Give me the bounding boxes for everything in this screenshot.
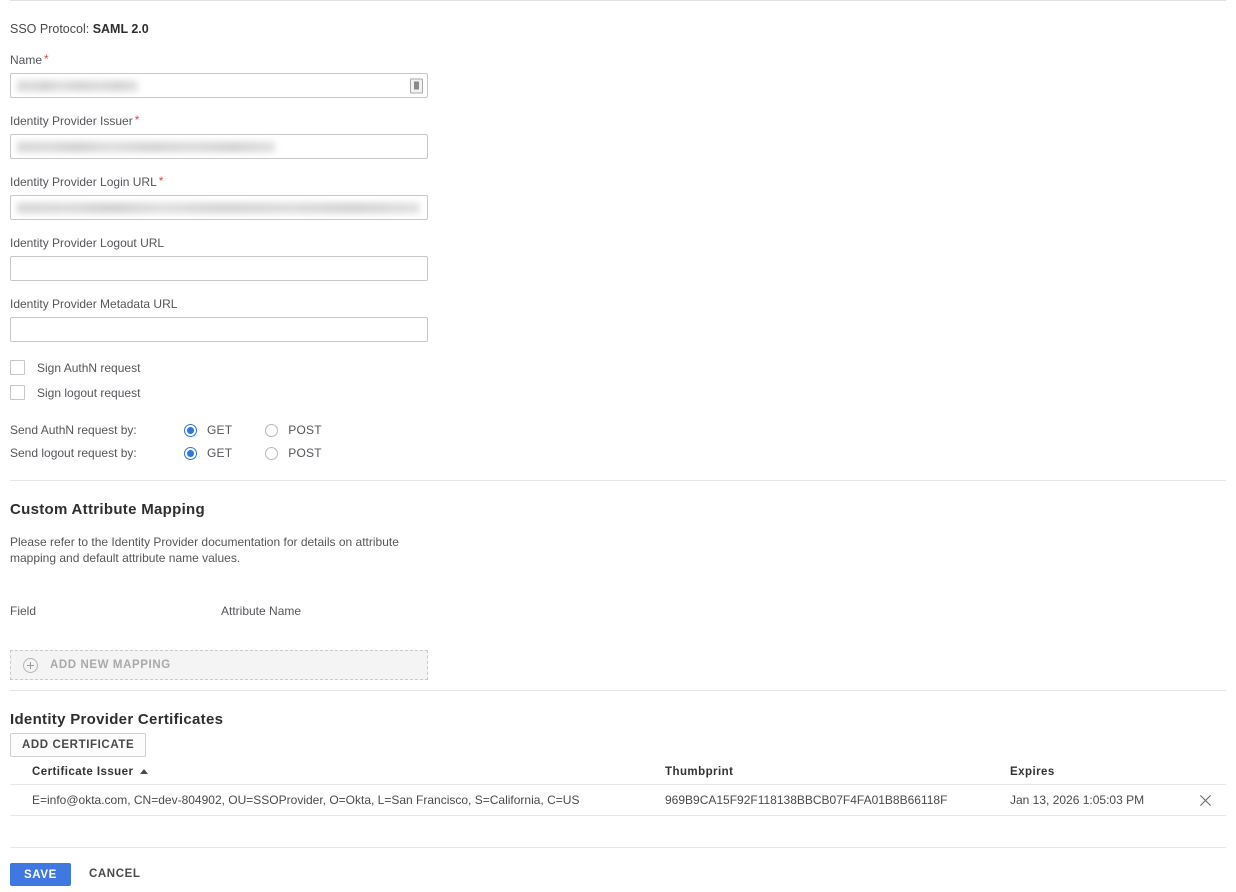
radio-option-logout-post[interactable]: POST xyxy=(255,446,321,460)
radio-group-send-logout-request-label: Send logout request by: xyxy=(10,446,174,460)
radio-option-authn-post-label: POST xyxy=(288,423,321,437)
add-new-mapping-button[interactable]: ADD NEW MAPPING xyxy=(10,650,428,680)
radio-dot[interactable] xyxy=(184,447,197,460)
field-idp-metadata-url-label-text: Identity Provider Metadata URL xyxy=(10,297,177,311)
radio-group-send-authn-request-label: Send AuthN request by: xyxy=(10,423,174,437)
sso-protocol-line: SSO Protocol: SAML 2.0 xyxy=(10,22,149,36)
checkbox-box[interactable] xyxy=(10,360,25,375)
sort-ascending-icon xyxy=(140,769,148,774)
field-idp-logout-url: Identity Provider Logout URL xyxy=(10,236,428,281)
section-description-custom-attribute-mapping: Please refer to the Identity Provider do… xyxy=(10,534,410,566)
document-lock-icon[interactable] xyxy=(410,78,423,93)
mapping-column-header-field: Field xyxy=(10,604,36,618)
field-name-label: Name* xyxy=(10,53,428,67)
required-indicator: * xyxy=(44,52,49,66)
column-header-certificate-issuer[interactable]: Certificate Issuer xyxy=(10,766,665,778)
table-bottom-divider xyxy=(10,847,1226,848)
section-title-identity-provider-certificates: Identity Provider Certificates xyxy=(10,711,223,728)
add-certificate-button[interactable]: ADD CERTIFICATE xyxy=(10,733,146,757)
field-idp-metadata-url-input-wrap xyxy=(10,317,428,342)
plus-circle-icon xyxy=(23,658,38,673)
certificates-table: Certificate Issuer Thumbprint Expires E=… xyxy=(10,760,1226,816)
field-name-label-text: Name xyxy=(10,53,42,67)
field-name: Name* xyxy=(10,53,428,98)
idp-login-url-input[interactable] xyxy=(10,195,428,220)
field-idp-login-url-input-wrap xyxy=(10,195,428,220)
column-header-expires[interactable]: Expires xyxy=(1010,766,1185,778)
field-idp-logout-url-label: Identity Provider Logout URL xyxy=(10,236,428,250)
add-new-mapping-label: ADD NEW MAPPING xyxy=(50,659,171,671)
checkbox-sign-logout-request[interactable]: Sign logout request xyxy=(10,385,140,400)
divider-attribute-mapping xyxy=(10,480,1226,481)
required-indicator: * xyxy=(135,113,140,127)
sso-protocol-label: SSO Protocol: xyxy=(10,22,89,36)
cancel-button[interactable]: CANCEL xyxy=(89,863,141,886)
top-divider xyxy=(10,0,1226,1)
name-input[interactable] xyxy=(10,73,428,98)
cell-thumbprint: 969B9CA15F92F118138BBCB07F4FA01B8B66118F xyxy=(665,793,1010,807)
radio-option-authn-post[interactable]: POST xyxy=(255,423,321,437)
field-name-input-wrap xyxy=(10,73,428,98)
field-idp-logout-url-input-wrap xyxy=(10,256,428,281)
idp-metadata-url-input[interactable] xyxy=(10,317,428,342)
radio-option-logout-get[interactable]: GET xyxy=(174,446,232,460)
sso-protocol-value: SAML 2.0 xyxy=(93,22,149,36)
field-idp-login-url-label: Identity Provider Login URL* xyxy=(10,175,428,189)
field-idp-login-url: Identity Provider Login URL* xyxy=(10,175,428,220)
radio-group-send-authn-request: Send AuthN request by: GET POST xyxy=(10,422,345,438)
close-icon[interactable] xyxy=(1198,793,1213,808)
column-header-thumbprint[interactable]: Thumbprint xyxy=(665,766,1010,778)
idp-issuer-input[interactable] xyxy=(10,134,428,159)
field-idp-metadata-url: Identity Provider Metadata URL xyxy=(10,297,428,342)
field-idp-issuer-label-text: Identity Provider Issuer xyxy=(10,114,133,128)
radio-option-authn-get[interactable]: GET xyxy=(174,423,232,437)
mapping-column-header-attribute-name: Attribute Name xyxy=(221,604,301,618)
required-indicator: * xyxy=(159,174,164,188)
radio-option-logout-post-label: POST xyxy=(288,446,321,460)
checkbox-sign-authn-request[interactable]: Sign AuthN request xyxy=(10,360,140,375)
radio-option-logout-get-label: GET xyxy=(207,446,232,460)
certificates-table-header: Certificate Issuer Thumbprint Expires xyxy=(10,760,1226,784)
checkbox-sign-logout-request-label: Sign logout request xyxy=(37,386,140,400)
radio-option-authn-get-label: GET xyxy=(207,423,232,437)
cell-expires: Jan 13, 2026 1:05:03 PM xyxy=(1010,793,1185,807)
checkbox-sign-authn-request-label: Sign AuthN request xyxy=(37,361,140,375)
field-idp-issuer-input-wrap xyxy=(10,134,428,159)
section-title-custom-attribute-mapping: Custom Attribute Mapping xyxy=(10,501,205,518)
radio-group-send-logout-request: Send logout request by: GET POST xyxy=(10,445,345,461)
field-idp-issuer: Identity Provider Issuer* xyxy=(10,114,428,159)
checkbox-box[interactable] xyxy=(10,385,25,400)
radio-dot[interactable] xyxy=(265,447,278,460)
column-header-certificate-issuer-label: Certificate Issuer xyxy=(32,766,133,778)
table-row: E=info@okta.com, CN=dev-804902, OU=SSOPr… xyxy=(10,784,1226,816)
save-button[interactable]: SAVE xyxy=(10,863,71,886)
idp-logout-url-input[interactable] xyxy=(10,256,428,281)
radio-dot[interactable] xyxy=(184,424,197,437)
field-idp-issuer-label: Identity Provider Issuer* xyxy=(10,114,428,128)
divider-certificates xyxy=(10,690,1226,691)
field-idp-metadata-url-label: Identity Provider Metadata URL xyxy=(10,297,428,311)
field-idp-logout-url-label-text: Identity Provider Logout URL xyxy=(10,236,164,250)
cell-actions xyxy=(1185,793,1225,808)
cell-certificate-issuer: E=info@okta.com, CN=dev-804902, OU=SSOPr… xyxy=(10,793,665,807)
field-idp-login-url-label-text: Identity Provider Login URL xyxy=(10,175,157,189)
radio-dot[interactable] xyxy=(265,424,278,437)
